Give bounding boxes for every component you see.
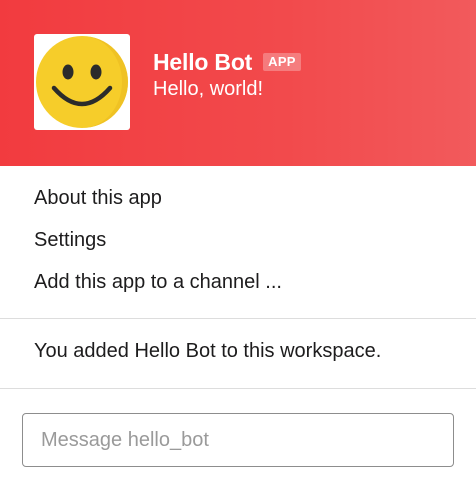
workspace-note: You added Hello Bot to this workspace. <box>34 340 382 362</box>
profile-header: Hello Bot APP Hello, world! <box>0 0 476 166</box>
avatar[interactable] <box>34 34 130 130</box>
app-profile-popover: Hello Bot APP Hello, world! About this a… <box>0 0 476 489</box>
divider <box>0 388 476 389</box>
message-input[interactable] <box>23 414 453 466</box>
menu-item-about[interactable]: About this app <box>0 176 476 218</box>
smiley-face-icon <box>36 36 128 128</box>
menu-item-add-to-channel[interactable]: Add this app to a channel ... <box>0 260 476 302</box>
menu-item-settings[interactable]: Settings <box>0 218 476 260</box>
app-menu: About this app Settings Add this app to … <box>0 176 476 302</box>
bot-status-text: Hello, world! <box>153 78 264 100</box>
divider <box>0 318 476 319</box>
app-badge: APP <box>263 53 301 71</box>
bot-name: Hello Bot <box>153 48 253 75</box>
title-row: Hello Bot APP <box>153 48 301 76</box>
message-composer <box>22 413 454 467</box>
